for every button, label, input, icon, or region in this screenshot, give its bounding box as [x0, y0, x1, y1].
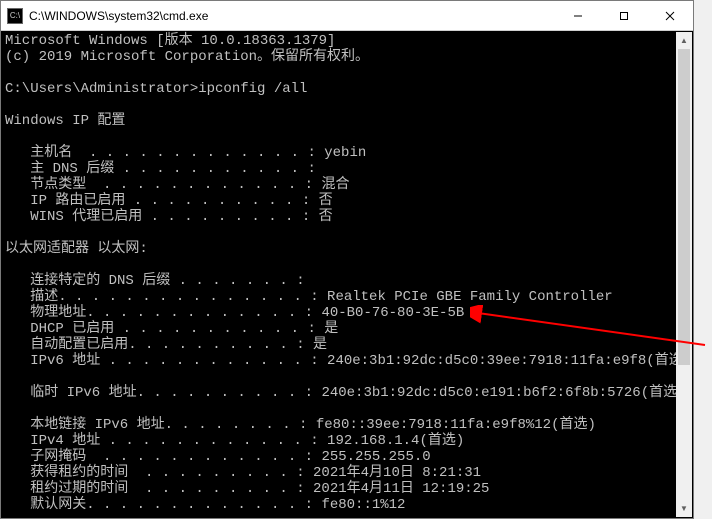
terminal-line: 描述. . . . . . . . . . . . . . . : Realte… [5, 289, 689, 305]
terminal-line: 连接特定的 DNS 后缀 . . . . . . . : [5, 273, 689, 289]
minimize-button[interactable] [555, 1, 601, 31]
terminal-line: C:\Users\Administrator>ipconfig /all [5, 81, 689, 97]
vertical-scrollbar[interactable]: ▲ ▼ [676, 32, 692, 517]
terminal-line [5, 369, 689, 385]
terminal-line: 主机名 . . . . . . . . . . . . . : yebin [5, 145, 689, 161]
scroll-thumb[interactable] [678, 49, 690, 365]
scroll-down-button[interactable]: ▼ [676, 500, 692, 517]
terminal-line: 获得租约的时间 . . . . . . . . . : 2021年4月10日 8… [5, 465, 689, 481]
terminal-line: IPv6 地址 . . . . . . . . . . . . : 240e:3… [5, 353, 689, 369]
terminal-line: IPv4 地址 . . . . . . . . . . . . : 192.16… [5, 433, 689, 449]
window-title: C:\WINDOWS\system32\cmd.exe [29, 9, 555, 23]
terminal-output[interactable]: Microsoft Windows [版本 10.0.18363.1379](c… [1, 31, 693, 518]
terminal-line: 自动配置已启用. . . . . . . . . . : 是 [5, 337, 689, 353]
terminal-line: WINS 代理已启用 . . . . . . . . . : 否 [5, 209, 689, 225]
terminal-line [5, 129, 689, 145]
terminal-line: 主 DNS 后缀 . . . . . . . . . . . : [5, 161, 689, 177]
scroll-track[interactable] [676, 49, 692, 500]
terminal-line [5, 401, 689, 417]
terminal-line: 默认网关. . . . . . . . . . . . . : fe80::1%… [5, 497, 689, 513]
terminal-line: 以太网适配器 以太网: [5, 241, 689, 257]
terminal-line [5, 225, 689, 241]
terminal-line: 物理地址. . . . . . . . . . . . . : 40-B0-76… [5, 305, 689, 321]
terminal-line: Windows IP 配置 [5, 113, 689, 129]
cmd-window: C:\ C:\WINDOWS\system32\cmd.exe Microsof… [0, 0, 694, 519]
terminal-line: 租约过期的时间 . . . . . . . . . : 2021年4月11日 1… [5, 481, 689, 497]
terminal-line: DHCP 已启用 . . . . . . . . . . . : 是 [5, 321, 689, 337]
terminal-line: Microsoft Windows [版本 10.0.18363.1379] [5, 33, 689, 49]
terminal-line: (c) 2019 Microsoft Corporation。保留所有权利。 [5, 49, 689, 65]
terminal-line: 节点类型 . . . . . . . . . . . . : 混合 [5, 177, 689, 193]
terminal-line [5, 257, 689, 273]
close-button[interactable] [647, 1, 693, 31]
terminal-line: IP 路由已启用 . . . . . . . . . . : 否 [5, 193, 689, 209]
cmd-icon: C:\ [7, 8, 23, 24]
terminal-line [5, 97, 689, 113]
terminal-line: 本地链接 IPv6 地址. . . . . . . . : fe80::39ee… [5, 417, 689, 433]
maximize-button[interactable] [601, 1, 647, 31]
terminal-line [5, 65, 689, 81]
terminal-line: 子网掩码 . . . . . . . . . . . . : 255.255.2… [5, 449, 689, 465]
terminal-line: 临时 IPv6 地址. . . . . . . . . . : 240e:3b1… [5, 385, 689, 401]
scroll-up-button[interactable]: ▲ [676, 32, 692, 49]
titlebar[interactable]: C:\ C:\WINDOWS\system32\cmd.exe [1, 1, 693, 31]
